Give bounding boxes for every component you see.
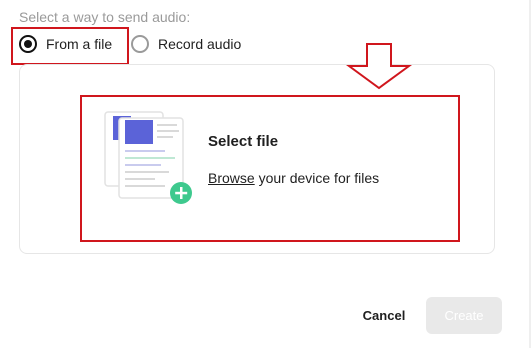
browse-link[interactable]: Browse [208, 170, 255, 186]
radio-indicator[interactable] [131, 35, 149, 53]
select-file-title: Select file [208, 133, 279, 150]
radio-from-file[interactable]: From a file [19, 35, 131, 53]
cancel-button[interactable]: Cancel [354, 300, 414, 330]
send-method-prompt: Select a way to send audio: [19, 9, 191, 25]
plus-icon [171, 182, 193, 204]
send-method-radio-group: From a file Record audio [19, 35, 241, 53]
radio-record-audio[interactable]: Record audio [131, 35, 241, 53]
file-dropzone[interactable] [19, 64, 495, 254]
radio-label-from-file: From a file [46, 36, 113, 52]
radio-label-record-audio: Record audio [158, 36, 242, 52]
browse-line: Browse your device for files [208, 170, 379, 186]
radio-indicator-selected[interactable] [19, 35, 37, 53]
browse-description: your device for files [254, 170, 380, 186]
create-button[interactable]: Create [426, 297, 502, 334]
